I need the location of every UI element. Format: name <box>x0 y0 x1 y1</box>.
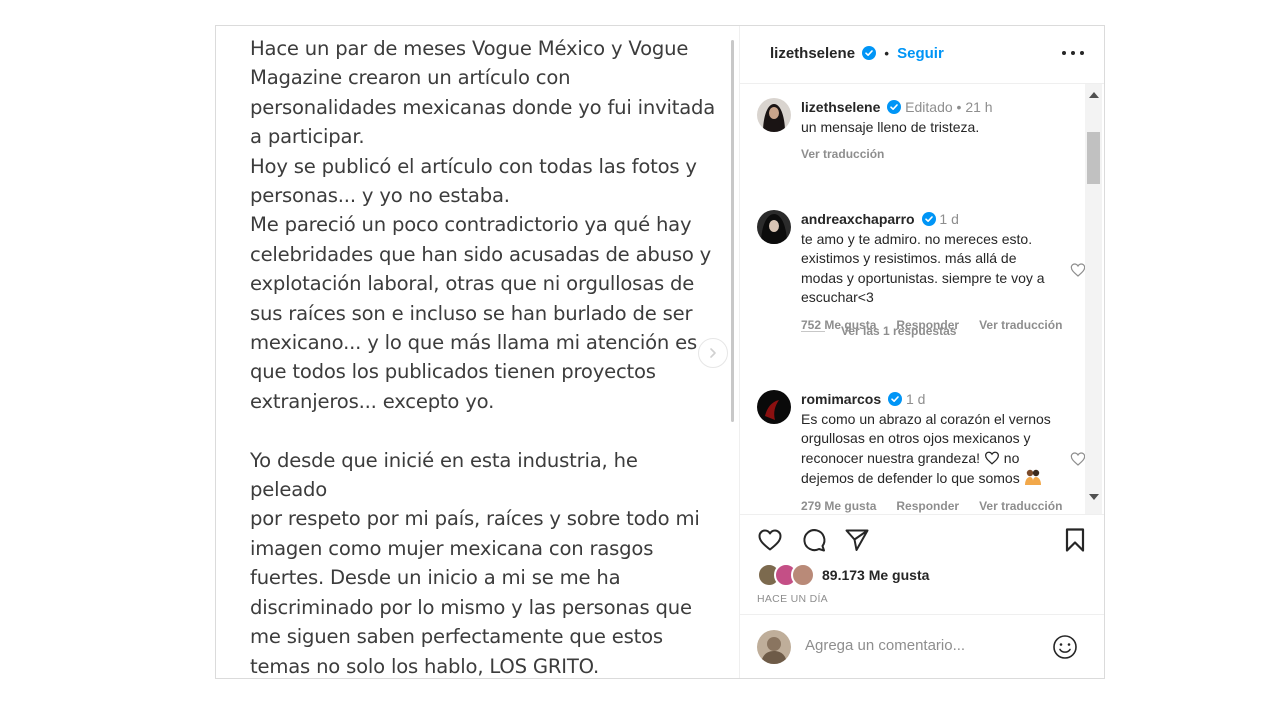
liker-avatar <box>791 563 815 587</box>
view-replies-label: Ver las 1 respuestas <box>841 324 957 338</box>
post-timestamp: HACE UN DÍA <box>757 593 828 605</box>
current-user-avatar <box>757 630 791 664</box>
comment-username[interactable]: andreaxchaparro <box>801 211 915 227</box>
follow-button[interactable]: Seguir <box>897 45 944 62</box>
next-slide-button[interactable] <box>698 338 728 368</box>
comment-input[interactable] <box>805 637 1035 654</box>
replies-divider <box>801 330 825 332</box>
header-separator: • <box>884 46 889 61</box>
post-actions-bar: 89.173 Me gusta HACE UN DÍA <box>740 514 1104 615</box>
avatar[interactable] <box>757 210 791 244</box>
heart-emoji-icon <box>984 451 999 465</box>
comment-actions: Ver traducción <box>801 145 1056 165</box>
media-paragraph-1: Hace un par de meses Vogue México y Vogu… <box>250 37 716 413</box>
add-comment-bar <box>740 614 1104 678</box>
verified-badge-icon <box>862 46 877 60</box>
post-header: lizethselene • Seguir <box>740 26 1104 84</box>
like-comment-heart-icon[interactable] <box>1070 262 1086 278</box>
like-heart-icon[interactable] <box>757 527 783 553</box>
reply-button[interactable]: Responder <box>896 499 959 513</box>
comment-username[interactable]: lizethselene <box>801 99 880 115</box>
comment-body: romimarcos 1 d Es como un abrazo al cora… <box>801 390 1062 515</box>
post-side-panel: lizethselene • Seguir lizethselene Edita… <box>740 26 1104 678</box>
comment-likes[interactable]: 279 Me gusta <box>801 499 876 513</box>
dot-icon <box>1080 51 1084 55</box>
header-username[interactable]: lizethselene <box>770 45 855 62</box>
like-comment-heart-icon[interactable] <box>1070 451 1086 467</box>
comment-meta: Editado • 21 h <box>905 99 993 115</box>
avatar[interactable] <box>757 390 791 424</box>
view-replies-link[interactable]: Ver las 1 respuestas <box>801 324 956 338</box>
scroll-up-arrow-icon[interactable] <box>1089 92 1099 98</box>
likes-count[interactable]: 89.173 Me gusta <box>822 567 929 583</box>
comment-text: un mensaje lleno de tristeza. <box>801 118 980 135</box>
comments-scrollbar-thumb[interactable] <box>1087 132 1100 184</box>
chevron-right-icon <box>710 348 716 358</box>
comment-actions: 279 Me gusta Responder Ver traducción <box>801 497 1062 515</box>
verified-badge-icon <box>887 100 902 114</box>
verified-badge-icon <box>888 392 903 406</box>
comment-meta: 1 d <box>939 211 959 227</box>
comment-text: te amo y te admiro. no mereces esto. exi… <box>801 230 1045 306</box>
comment-username[interactable]: romimarcos <box>801 391 881 407</box>
translate-link[interactable]: Ver traducción <box>979 318 1062 332</box>
likes-summary[interactable]: 89.173 Me gusta <box>757 563 929 587</box>
instagram-post: Hace un par de meses Vogue México y Vogu… <box>215 25 1105 679</box>
media-paragraph-2: Yo desde que inicié en esta industria, h… <box>250 448 700 678</box>
share-paper-plane-icon[interactable] <box>844 527 870 553</box>
dot-icon <box>1062 51 1066 55</box>
save-bookmark-icon[interactable] <box>1062 527 1088 553</box>
comment-bubble-icon[interactable] <box>801 527 827 553</box>
more-options-button[interactable] <box>1062 45 1084 61</box>
emoji-picker-icon[interactable] <box>1052 634 1078 660</box>
comment-body: lizethselene Editado • 21 h un mensaje l… <box>801 98 1056 165</box>
translate-link[interactable]: Ver traducción <box>979 499 1062 513</box>
dot-icon <box>1071 51 1075 55</box>
comment-body: andreaxchaparro 1 d te amo y te admiro. … <box>801 210 1062 335</box>
people-hugging-emoji-icon <box>1024 469 1041 485</box>
scroll-down-arrow-icon[interactable] <box>1089 494 1099 500</box>
post-media[interactable]: Hace un par de meses Vogue México y Vogu… <box>216 26 740 678</box>
media-text: Hace un par de meses Vogue México y Vogu… <box>250 34 720 678</box>
translate-link[interactable]: Ver traducción <box>801 147 884 161</box>
comment-meta: 1 d <box>905 391 926 407</box>
comments-list[interactable]: lizethselene Editado • 21 h un mensaje l… <box>740 84 1104 514</box>
media-scrollbar[interactable] <box>731 40 734 422</box>
avatar[interactable] <box>757 98 791 132</box>
verified-badge-icon <box>921 212 936 226</box>
header-user: lizethselene • Seguir <box>770 45 944 62</box>
